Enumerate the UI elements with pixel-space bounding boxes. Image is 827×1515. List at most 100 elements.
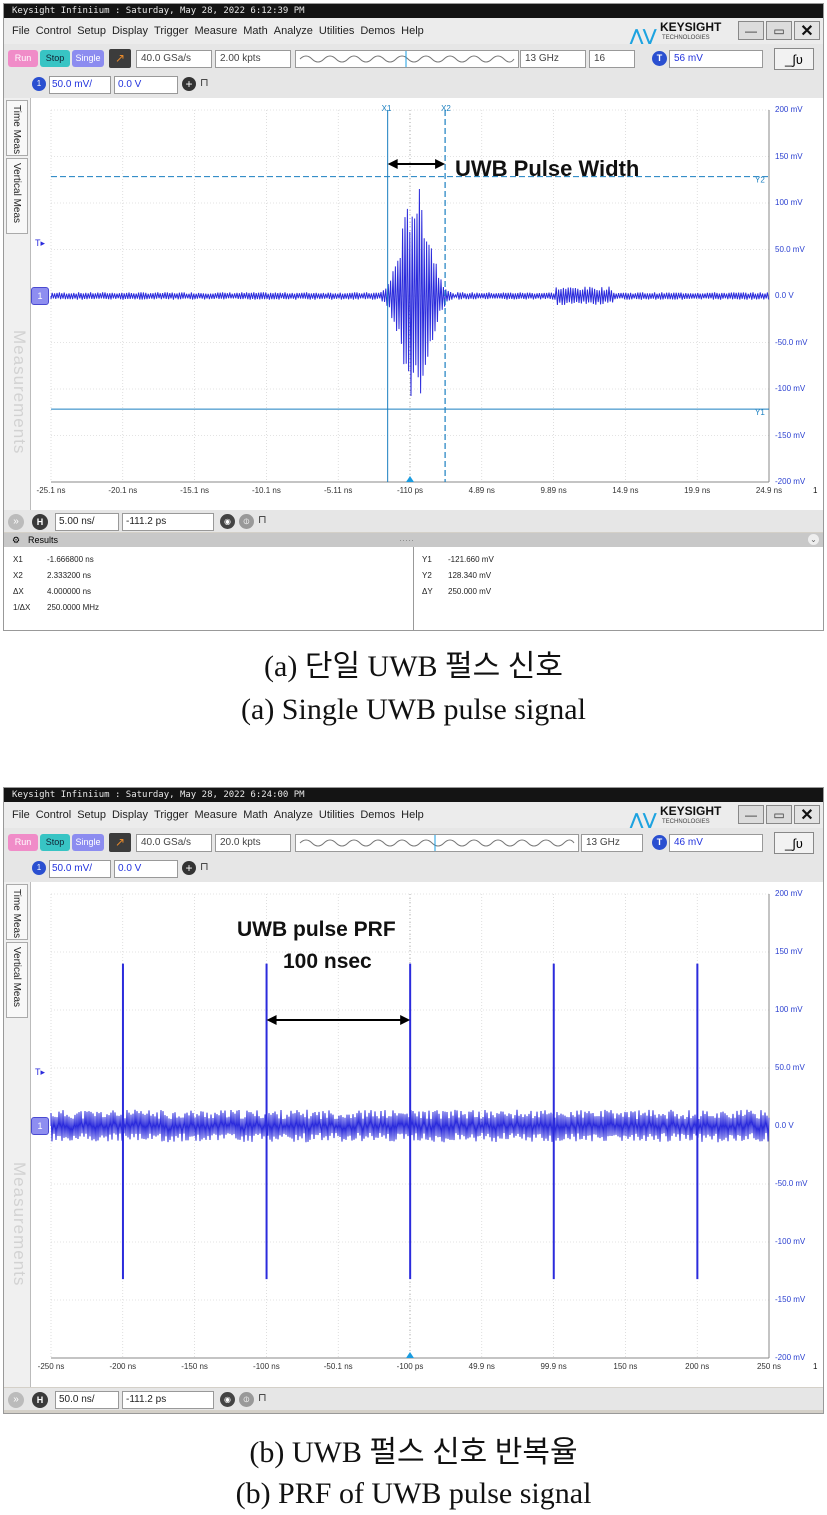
horizontal-scale-field[interactable]: 50.0 ns/ bbox=[55, 1391, 119, 1409]
sample-rate-field[interactable]: 40.0 GSa/s bbox=[136, 50, 212, 68]
channel-bar: 1 50.0 mV/ 0.0 V + ⊓ bbox=[4, 856, 823, 882]
minimize-button[interactable]: — bbox=[738, 21, 764, 40]
bandwidth-field[interactable]: 13 GHz bbox=[520, 50, 586, 68]
menu-measure[interactable]: Measure bbox=[194, 18, 237, 44]
add-channel-icon[interactable]: + bbox=[182, 861, 196, 875]
menu-math[interactable]: Math bbox=[243, 18, 267, 44]
stop-button[interactable]: Stop bbox=[40, 834, 70, 851]
waveform-overview[interactable] bbox=[295, 834, 579, 852]
zoom-icon[interactable]: ◉ bbox=[220, 1392, 235, 1407]
menu-setup[interactable]: Setup bbox=[77, 18, 106, 44]
y-tick-label: -200 mV bbox=[775, 477, 806, 486]
waveform-overview[interactable] bbox=[295, 50, 519, 68]
menu-display[interactable]: Display bbox=[112, 18, 148, 44]
run-button[interactable]: Run bbox=[8, 50, 38, 67]
cursor-label: X2 bbox=[441, 104, 451, 113]
menu-math[interactable]: Math bbox=[243, 802, 267, 828]
tab-vertical-meas[interactable]: Vertical Meas bbox=[6, 158, 28, 234]
memory-depth-field[interactable]: 2.00 kpts bbox=[215, 50, 291, 68]
menu-analyze[interactable]: Analyze bbox=[274, 802, 313, 828]
averages-field[interactable]: 16 bbox=[589, 50, 635, 68]
single-button[interactable]: Single bbox=[72, 50, 104, 67]
horizontal-pin-icon[interactable]: ⊓ bbox=[258, 513, 267, 526]
menu-utilities[interactable]: Utilities bbox=[319, 802, 354, 828]
trigger-channel-icon[interactable]: T bbox=[652, 51, 667, 66]
y-tick-label: 100 mV bbox=[775, 1005, 803, 1014]
maximize-button[interactable]: ▭ bbox=[766, 21, 792, 40]
vertical-scale-field[interactable]: 50.0 mV/ bbox=[49, 76, 111, 94]
waveform-display[interactable]: X1 X2 Y1 Y2 UWB Pulse Width 200 mV 150 mV 100… bbox=[31, 98, 824, 512]
pin-icon[interactable]: ⊓ bbox=[200, 860, 209, 873]
menu-help[interactable]: Help bbox=[401, 18, 424, 44]
caption-b-korean: (b) UWB 펄스 신호 반복율 bbox=[249, 1436, 578, 1469]
maximize-button[interactable]: ▭ bbox=[766, 805, 792, 824]
expand-icon[interactable]: » bbox=[8, 1392, 24, 1408]
menu-trigger[interactable]: Trigger bbox=[154, 802, 188, 828]
sample-rate-field[interactable]: 40.0 GSa/s bbox=[136, 834, 212, 852]
pin-icon[interactable]: ⊓ bbox=[200, 76, 209, 89]
autoscale-icon[interactable]: ↗ bbox=[109, 833, 131, 852]
expand-icon[interactable]: » bbox=[8, 514, 24, 530]
menu-demos[interactable]: Demos bbox=[360, 802, 395, 828]
tab-time-meas[interactable]: Time Meas bbox=[6, 884, 28, 940]
autoscale-icon[interactable]: ↗ bbox=[109, 49, 131, 68]
horizontal-pin-icon[interactable]: ⊓ bbox=[258, 1391, 267, 1404]
close-button[interactable]: ✕ bbox=[794, 805, 820, 824]
horizontal-icon[interactable]: H bbox=[32, 514, 48, 530]
horizontal-icon[interactable]: H bbox=[32, 1392, 48, 1408]
bandwidth-field[interactable]: 13 GHz bbox=[581, 834, 643, 852]
horizontal-scale-field[interactable]: 5.00 ns/ bbox=[55, 513, 119, 531]
collapse-icon[interactable]: ⌄ bbox=[808, 534, 819, 545]
horizontal-position-field[interactable]: -111.2 ps bbox=[122, 1391, 214, 1409]
add-channel-icon[interactable]: + bbox=[182, 77, 196, 91]
menu-display[interactable]: Display bbox=[112, 802, 148, 828]
channel-ground-marker[interactable]: 1 bbox=[31, 287, 49, 305]
menu-control[interactable]: Control bbox=[36, 18, 71, 44]
channel-1-icon[interactable]: 1 bbox=[32, 77, 46, 91]
waveform-display[interactable]: UWB pulse PRF 100 nsec 200 mV 150 mV 100 m… bbox=[31, 882, 824, 1387]
menu-measure[interactable]: Measure bbox=[194, 802, 237, 828]
waveform-canvas[interactable]: X1 X2 Y1 Y2 bbox=[31, 98, 824, 512]
tab-time-meas[interactable]: Time Meas bbox=[6, 100, 28, 156]
caption-a-korean: (a) 단일 UWB 펄스 신호 bbox=[264, 650, 563, 683]
menu-control[interactable]: Control bbox=[36, 802, 71, 828]
run-button[interactable]: Run bbox=[8, 834, 38, 851]
tab-vertical-meas[interactable]: Vertical Meas bbox=[6, 942, 28, 1018]
drag-handle[interactable]: ····· bbox=[399, 533, 414, 547]
gear-icon[interactable]: ⚙ bbox=[12, 533, 20, 547]
channel-ground-marker[interactable]: 1 bbox=[31, 1117, 49, 1135]
timebase-icon[interactable]: ⦶ bbox=[239, 514, 254, 529]
trigger-mode-button[interactable]: _∫ʋ bbox=[774, 832, 814, 854]
menu-help[interactable]: Help bbox=[401, 802, 424, 828]
zoom-icon[interactable]: ◉ bbox=[220, 514, 235, 529]
y-tick-label: 100 mV bbox=[775, 198, 803, 207]
close-button[interactable]: ✕ bbox=[794, 21, 820, 40]
menu-demos[interactable]: Demos bbox=[360, 18, 395, 44]
menu-file[interactable]: File bbox=[12, 18, 30, 44]
trigger-level-field[interactable]: 46 mV bbox=[669, 834, 763, 852]
vertical-offset-field[interactable]: 0.0 V bbox=[114, 76, 178, 94]
trigger-level-marker[interactable]: T▸ bbox=[35, 1067, 45, 1078]
tab-vertical-meas-label: Vertical Meas bbox=[11, 947, 22, 1008]
trigger-level-field[interactable]: 56 mV bbox=[669, 50, 763, 68]
trigger-level-marker[interactable]: T▸ bbox=[35, 238, 45, 249]
trigger-mode-button[interactable]: _∫ʋ bbox=[774, 48, 814, 70]
channel-1-icon[interactable]: 1 bbox=[32, 861, 46, 875]
menu-trigger[interactable]: Trigger bbox=[154, 18, 188, 44]
single-button[interactable]: Single bbox=[72, 834, 104, 851]
measurements-watermark: Measurements bbox=[10, 330, 29, 455]
tab-time-meas-label: Time Meas bbox=[11, 105, 22, 155]
stop-button[interactable]: Stop bbox=[40, 50, 70, 67]
menu-file[interactable]: File bbox=[12, 802, 30, 828]
menu-analyze[interactable]: Analyze bbox=[274, 18, 313, 44]
memory-depth-field[interactable]: 20.0 kpts bbox=[215, 834, 291, 852]
timebase-icon[interactable]: ⦶ bbox=[239, 1392, 254, 1407]
vertical-offset-field[interactable]: 0.0 V bbox=[114, 860, 178, 878]
trigger-channel-icon[interactable]: T bbox=[652, 835, 667, 850]
minimize-button[interactable]: — bbox=[738, 805, 764, 824]
menu-setup[interactable]: Setup bbox=[77, 802, 106, 828]
menu-utilities[interactable]: Utilities bbox=[319, 18, 354, 44]
horizontal-position-field[interactable]: -111.2 ps bbox=[122, 513, 214, 531]
waveform-canvas[interactable] bbox=[31, 882, 824, 1387]
vertical-scale-field[interactable]: 50.0 mV/ bbox=[49, 860, 111, 878]
